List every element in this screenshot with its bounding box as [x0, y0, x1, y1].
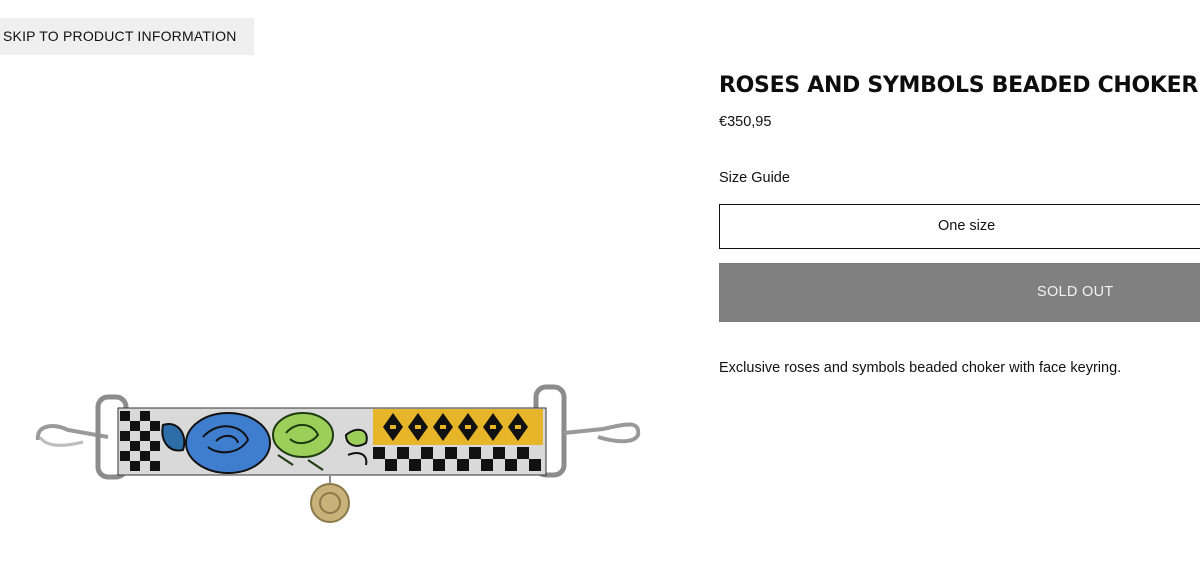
size-guide-link[interactable]: Size Guide [719, 170, 790, 186]
product-description: Exclusive roses and symbols beaded choke… [719, 360, 1122, 376]
size-option-label: One size [938, 218, 996, 234]
sold-out-button[interactable]: SOLD OUT [719, 263, 1200, 322]
face-charm [310, 475, 350, 523]
blue-rose [185, 412, 271, 474]
product-price: €350,95 [719, 114, 772, 130]
product-title: ROSES AND SYMBOLS BEADED CHOKER [719, 73, 1199, 98]
product-info: ROSES AND SYMBOLS BEADED CHOKER €350,95 … [719, 0, 1200, 562]
right-clasp [533, 384, 641, 478]
product-page: SKIP TO PRODUCT INFORMATION ROSES AND SY… [0, 0, 1200, 562]
sold-out-label: SOLD OUT [1037, 284, 1114, 300]
left-clasp [35, 394, 129, 480]
skip-to-product-info-link[interactable]: SKIP TO PRODUCT INFORMATION [0, 18, 254, 55]
size-selector[interactable]: One size [719, 204, 1200, 249]
beaded-choker-image [35, 384, 641, 523]
